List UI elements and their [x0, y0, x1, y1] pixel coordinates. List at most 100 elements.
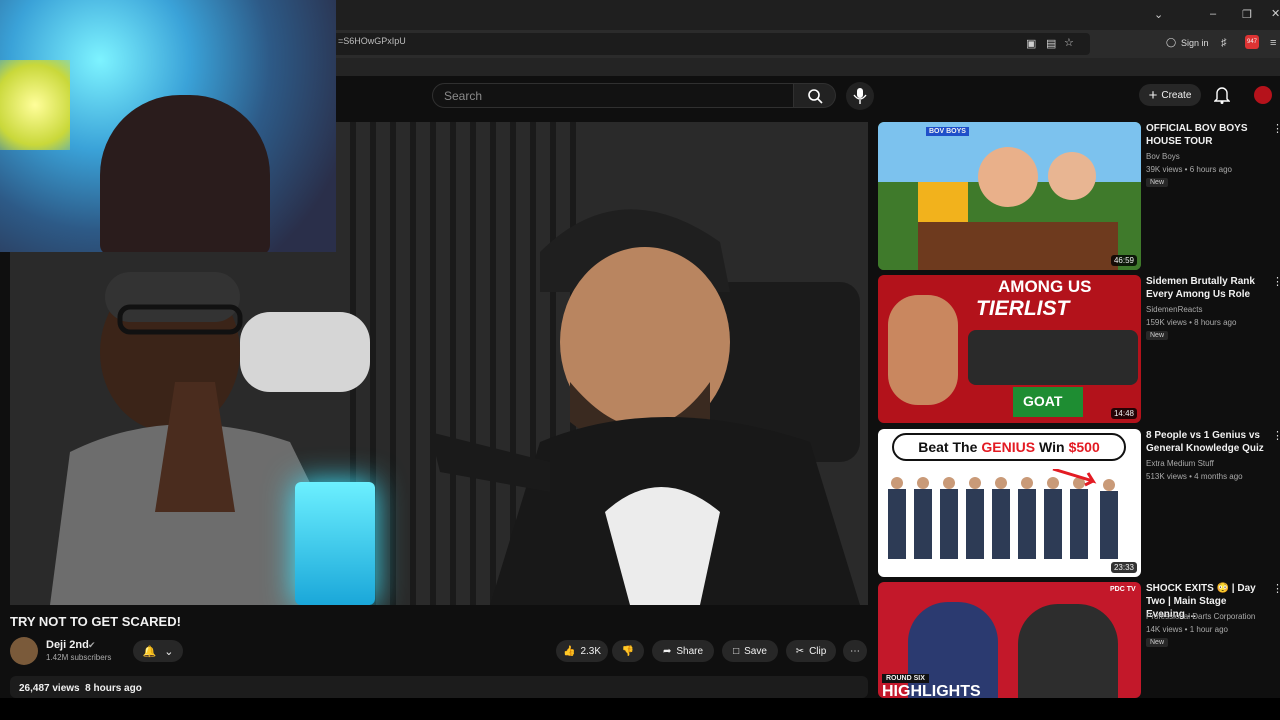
bookmark-icon: □: [733, 645, 740, 657]
thumb-tag: ROUND SIX: [882, 674, 929, 683]
recommendation-title[interactable]: OFFICIAL BOV BOYS HOUSE TOUR: [1146, 122, 1268, 148]
recommendation-meta: 14K views • 1 hour ago: [1146, 625, 1228, 634]
pdc-logo: PDC TV: [1110, 586, 1136, 593]
more-horizontal-icon: ⋯: [850, 645, 860, 657]
thumb-caption: GENIUS: [981, 439, 1036, 455]
verified-icon: ✔: [88, 640, 96, 650]
face: [1048, 152, 1096, 200]
like-button[interactable]: 👍 2.3K: [556, 640, 608, 662]
save-button[interactable]: □ Save: [722, 640, 778, 662]
face: [888, 295, 958, 405]
url-field[interactable]: [330, 33, 1090, 55]
recommendation-channel[interactable]: Extra Medium Stuff: [1146, 459, 1214, 468]
picture-in-picture-icon[interactable]: ▣: [1026, 37, 1036, 50]
recommendation-title[interactable]: 8 People vs 1 Genius vs General Knowledg…: [1146, 429, 1268, 455]
bookmark-star-icon[interactable]: ☆: [1064, 36, 1074, 49]
more-actions-button[interactable]: ⋯: [843, 640, 867, 662]
more-vertical-icon[interactable]: ⋮: [1272, 429, 1280, 442]
recommendation-item[interactable]: AMONG US TIERLIST GOAT 14:48 Sidemen Bru…: [878, 275, 1280, 423]
more-vertical-icon[interactable]: ⋮: [1272, 122, 1280, 135]
search-button[interactable]: [794, 83, 836, 108]
thumb-caption: Win: [1039, 439, 1065, 455]
video-duration: 46:59: [1110, 255, 1137, 266]
webcam-overlay: [0, 0, 336, 252]
minimize-icon[interactable]: –: [1210, 8, 1216, 20]
search-placeholder: Search: [444, 89, 483, 103]
recommendation-title[interactable]: Sidemen Brutally Rank Every Among Us Rol…: [1146, 275, 1268, 301]
webcam-person: [100, 95, 270, 252]
channel-avatar[interactable]: [10, 637, 38, 665]
menu-icon[interactable]: ≡: [1270, 37, 1276, 49]
recommendation-thumbnail[interactable]: AMONG US TIERLIST GOAT 14:48: [878, 275, 1141, 423]
thumb-caption: HIGHLIGHTS: [882, 684, 981, 698]
create-button[interactable]: + Create: [1139, 84, 1201, 106]
recommendation-thumbnail[interactable]: Beat The GENIUS Win $500 23:33: [878, 429, 1141, 577]
chevron-down-icon: ⌄: [164, 645, 174, 658]
thumb-headline: Beat The GENIUS Win $500: [892, 433, 1126, 461]
recommendation-item[interactable]: Beat The GENIUS Win $500 23:33 8 People …: [878, 429, 1280, 577]
person-right-figure: [430, 209, 860, 605]
thumb-caption: Beat The: [918, 439, 978, 455]
account-icon[interactable]: ◯: [1166, 37, 1176, 48]
recommendation-thumbnail[interactable]: PDC TV ROUND SIX HIGHLIGHTS: [878, 582, 1141, 698]
recommendation-item[interactable]: BOV BOYS 46:59 OFFICIAL BOV BOYS HOUSE T…: [878, 122, 1280, 270]
thumb-caption: GOAT: [1023, 393, 1063, 409]
channel-name[interactable]: Deji 2nd: [46, 639, 89, 651]
share-button[interactable]: ➦ Share: [652, 640, 714, 662]
subscribed-notifications-button[interactable]: 🔔 ⌄: [133, 640, 183, 662]
video-title: TRY NOT TO GET SCARED!: [10, 614, 181, 629]
grill: [918, 222, 1118, 270]
share-icon: ➦: [662, 645, 672, 657]
thumbs-down-icon: 👎: [621, 645, 635, 657]
bell-icon: 🔔: [142, 645, 157, 658]
recommendation-meta: 159K views • 8 hours ago: [1146, 318, 1237, 327]
player: [1018, 604, 1118, 698]
extensions-icon[interactable]: ♯: [1221, 37, 1227, 49]
thumb-caption: AMONG US: [998, 277, 1092, 296]
recommendation-channel[interactable]: SidemenReacts: [1146, 305, 1202, 314]
recommendation-channel[interactable]: Professional Darts Corporation: [1146, 612, 1255, 621]
recommendation-item[interactable]: PDC TV ROUND SIX HIGHLIGHTS SHOCK EXITS …: [878, 582, 1280, 698]
create-label: Create: [1161, 89, 1192, 101]
recommendation-thumbnail[interactable]: BOV BOYS 46:59: [878, 122, 1141, 270]
notifications-bell-icon[interactable]: [1214, 86, 1230, 104]
views-and-date: 26,487 views 8 hours ago: [19, 683, 142, 694]
dislike-button[interactable]: 👎: [612, 640, 644, 662]
like-count: 2.3K: [580, 645, 602, 657]
thumb-caption: $500: [1068, 439, 1100, 455]
clip-button[interactable]: ✂ Clip: [786, 640, 836, 662]
new-badge: New: [1146, 178, 1169, 187]
more-vertical-icon[interactable]: ⋮: [1272, 582, 1280, 595]
restore-icon[interactable]: ❐: [1242, 8, 1252, 21]
recommendation-channel[interactable]: Bov Boys: [1146, 152, 1180, 161]
url-text[interactable]: =S6HOwGPxIpU: [338, 36, 406, 46]
microphone-light: [295, 482, 375, 605]
user-avatar[interactable]: [1254, 86, 1272, 104]
bottom-bar: [0, 698, 1280, 720]
bouncy-castle: [918, 182, 968, 222]
microphone-icon: [853, 88, 867, 104]
video-duration: 23:33: [1110, 562, 1137, 573]
tab-list-icon[interactable]: ⌄: [1154, 8, 1163, 21]
sign-in-button[interactable]: Sign in: [1181, 38, 1209, 48]
thumb-tag: BOV BOYS: [926, 127, 969, 136]
search-icon: [808, 89, 823, 104]
new-badge: New: [1146, 638, 1169, 647]
thumb-caption: TIERLIST: [976, 297, 1070, 320]
people-lineup: [888, 469, 1118, 559]
video-duration: 14:48: [1110, 408, 1137, 419]
voice-search-button[interactable]: [846, 82, 874, 110]
recommendation-meta: 39K views • 6 hours ago: [1146, 165, 1232, 174]
plus-icon: +: [1148, 86, 1158, 104]
more-vertical-icon[interactable]: ⋮: [1272, 275, 1280, 288]
save-label: Save: [744, 645, 767, 657]
close-window-icon[interactable]: ✕: [1271, 7, 1280, 20]
subscriber-count: 1.42M subscribers: [46, 653, 112, 662]
characters-row: [968, 330, 1138, 385]
reader-view-icon[interactable]: ▤: [1046, 37, 1056, 50]
share-label: Share: [676, 645, 704, 657]
webcam-light-glow: [0, 60, 70, 150]
recommendation-meta: 513K views • 4 months ago: [1146, 472, 1243, 481]
search-input[interactable]: [432, 83, 794, 108]
extension-badge[interactable]: 947: [1245, 35, 1259, 49]
